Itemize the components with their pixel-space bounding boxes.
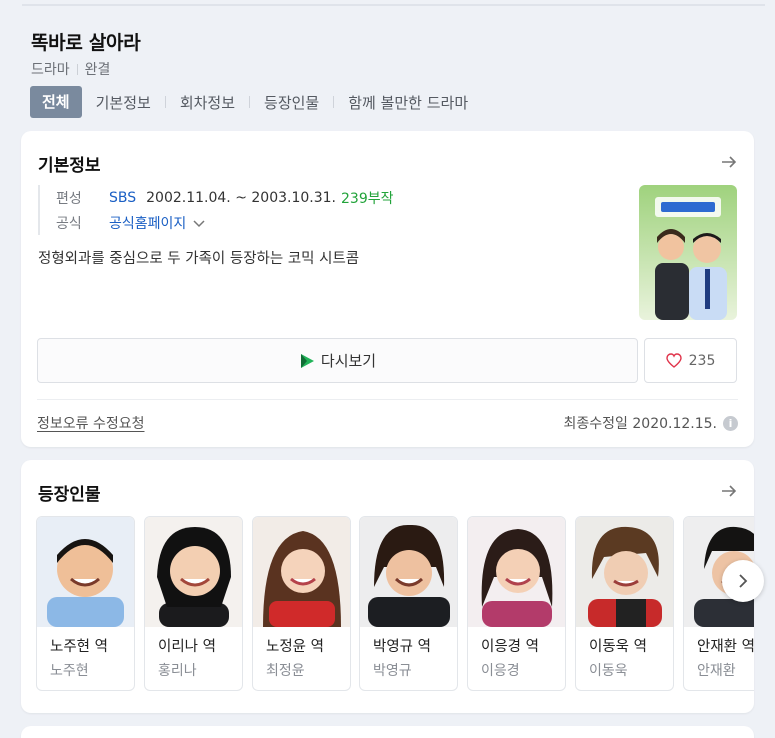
cast-item[interactable]: 이응경 역 이응경: [467, 516, 566, 691]
title-meta: 드라마 완결: [31, 59, 110, 79]
tab-bar: 전체 기본정보 회차정보 등장인물 함께 볼만한 드라마: [30, 86, 468, 118]
cast-actor: 이동욱: [589, 663, 628, 679]
cast-carousel: 노주현 역 노주현 이리나 역 홍리나 노정윤 역 최정윤 박영규 역 박영규 …: [36, 516, 754, 691]
tab-separator: [333, 96, 335, 108]
channel-link[interactable]: SBS: [109, 190, 136, 206]
official-label: 공식: [56, 215, 82, 232]
cast-photo: [468, 517, 565, 627]
cast-photo: [253, 517, 350, 627]
page-header: 똑바로 살아라: [31, 28, 141, 55]
cast-photo: [37, 517, 134, 627]
broadcast-row: 편성 SBS 2002.11.04. ~ 2003.10.31. 239부작: [56, 185, 393, 210]
last-updated-text: 최종수정일 2020.12.15.: [563, 416, 717, 432]
carousel-next-button[interactable]: [722, 560, 764, 602]
genre-text: 드라마: [31, 62, 70, 78]
like-count: 235: [688, 352, 716, 369]
replay-button[interactable]: 다시보기: [37, 338, 638, 383]
cast-actor: 안재환: [697, 663, 736, 679]
report-error-link[interactable]: 정보오류 수정요청: [37, 413, 145, 433]
cast-item[interactable]: 안재환 역 안재환: [683, 516, 754, 691]
cast-role: 이응경 역: [481, 639, 539, 655]
tab-separator: [249, 96, 251, 108]
cast-actor: 노주현: [50, 663, 89, 679]
cast-actor: 최정윤: [266, 663, 305, 679]
broadcast-period: 2002.11.04. ~ 2003.10.31.: [146, 189, 336, 206]
cast-item[interactable]: 이리나 역 홍리나: [144, 516, 243, 691]
tab-related-dramas[interactable]: 함께 볼만한 드라마: [348, 92, 468, 113]
drama-poster-image[interactable]: [639, 185, 737, 320]
info-icon[interactable]: i: [723, 415, 738, 431]
cast-role: 노정윤 역: [266, 639, 324, 655]
cast-actor: 박영규: [373, 663, 412, 679]
arrow-right-icon[interactable]: [720, 153, 738, 171]
cast-actor: 홍리나: [158, 663, 197, 679]
cast-item[interactable]: 노주현 역 노주현: [36, 516, 135, 691]
next-section-card: [21, 726, 754, 738]
card-divider: [37, 399, 738, 400]
cast-card: 등장인물 노주현 역 노주현 이리나 역 홍리나 노정윤 역 최정윤 박영규 역…: [21, 460, 754, 713]
cast-photo: [576, 517, 673, 627]
synopsis-text: 정형외과를 중심으로 두 가족이 등장하는 코믹 시트콤: [38, 251, 360, 267]
chevron-right-icon: [739, 574, 748, 588]
arrow-right-icon[interactable]: [720, 482, 738, 500]
tab-episode-info[interactable]: 회차정보: [180, 92, 235, 113]
cast-role: 박영규 역: [373, 639, 431, 655]
heart-icon: [665, 353, 682, 368]
chevron-down-icon[interactable]: [192, 216, 206, 230]
tab-separator: [164, 96, 166, 108]
official-homepage-link[interactable]: 공식홈페이지: [109, 213, 186, 233]
replay-label: 다시보기: [320, 352, 377, 370]
cast-photo: [145, 517, 242, 627]
meta-separator: [76, 63, 78, 75]
tab-basic-info[interactable]: 기본정보: [96, 92, 151, 113]
cast-role: 이리나 역: [158, 639, 216, 655]
cast-title: 등장인물: [38, 485, 101, 505]
page-title: 똑바로 살아라: [31, 32, 141, 54]
broadcast-label: 편성: [56, 190, 82, 207]
cast-actor: 이응경: [481, 663, 520, 679]
status-text: 완결: [84, 62, 111, 78]
cast-item[interactable]: 노정윤 역 최정윤: [252, 516, 351, 691]
top-divider: [22, 4, 765, 6]
like-button[interactable]: 235: [644, 338, 737, 383]
basic-info-card: 기본정보 편성 SBS 2002.11.04. ~ 2003.10.31. 23…: [21, 131, 754, 447]
cast-item[interactable]: 박영규 역 박영규: [359, 516, 458, 691]
last-updated: 최종수정일 2020.12.15. i: [564, 413, 738, 433]
cast-item[interactable]: 이동욱 역 이동욱: [575, 516, 674, 691]
episode-count: 239부작: [341, 190, 394, 207]
cast-role: 노주현 역: [50, 639, 108, 655]
basic-info-title: 기본정보: [38, 156, 101, 176]
cast-role: 안재환 역: [697, 639, 754, 655]
cast-role: 이동욱 역: [589, 639, 647, 655]
official-row: 공식 공식홈페이지: [56, 210, 393, 235]
cast-photo: [360, 517, 457, 627]
tab-cast[interactable]: 등장인물: [264, 92, 319, 113]
play-icon: [300, 353, 314, 368]
tab-all[interactable]: 전체: [30, 86, 82, 118]
broadcast-info: 편성 SBS 2002.11.04. ~ 2003.10.31. 239부작 공…: [38, 185, 393, 235]
